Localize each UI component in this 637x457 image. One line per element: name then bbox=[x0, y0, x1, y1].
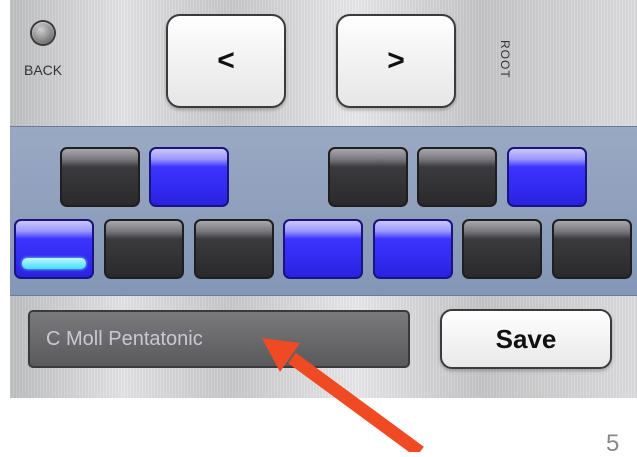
annotation-arrow-icon bbox=[262, 338, 424, 452]
page-number: 5 bbox=[606, 430, 620, 457]
